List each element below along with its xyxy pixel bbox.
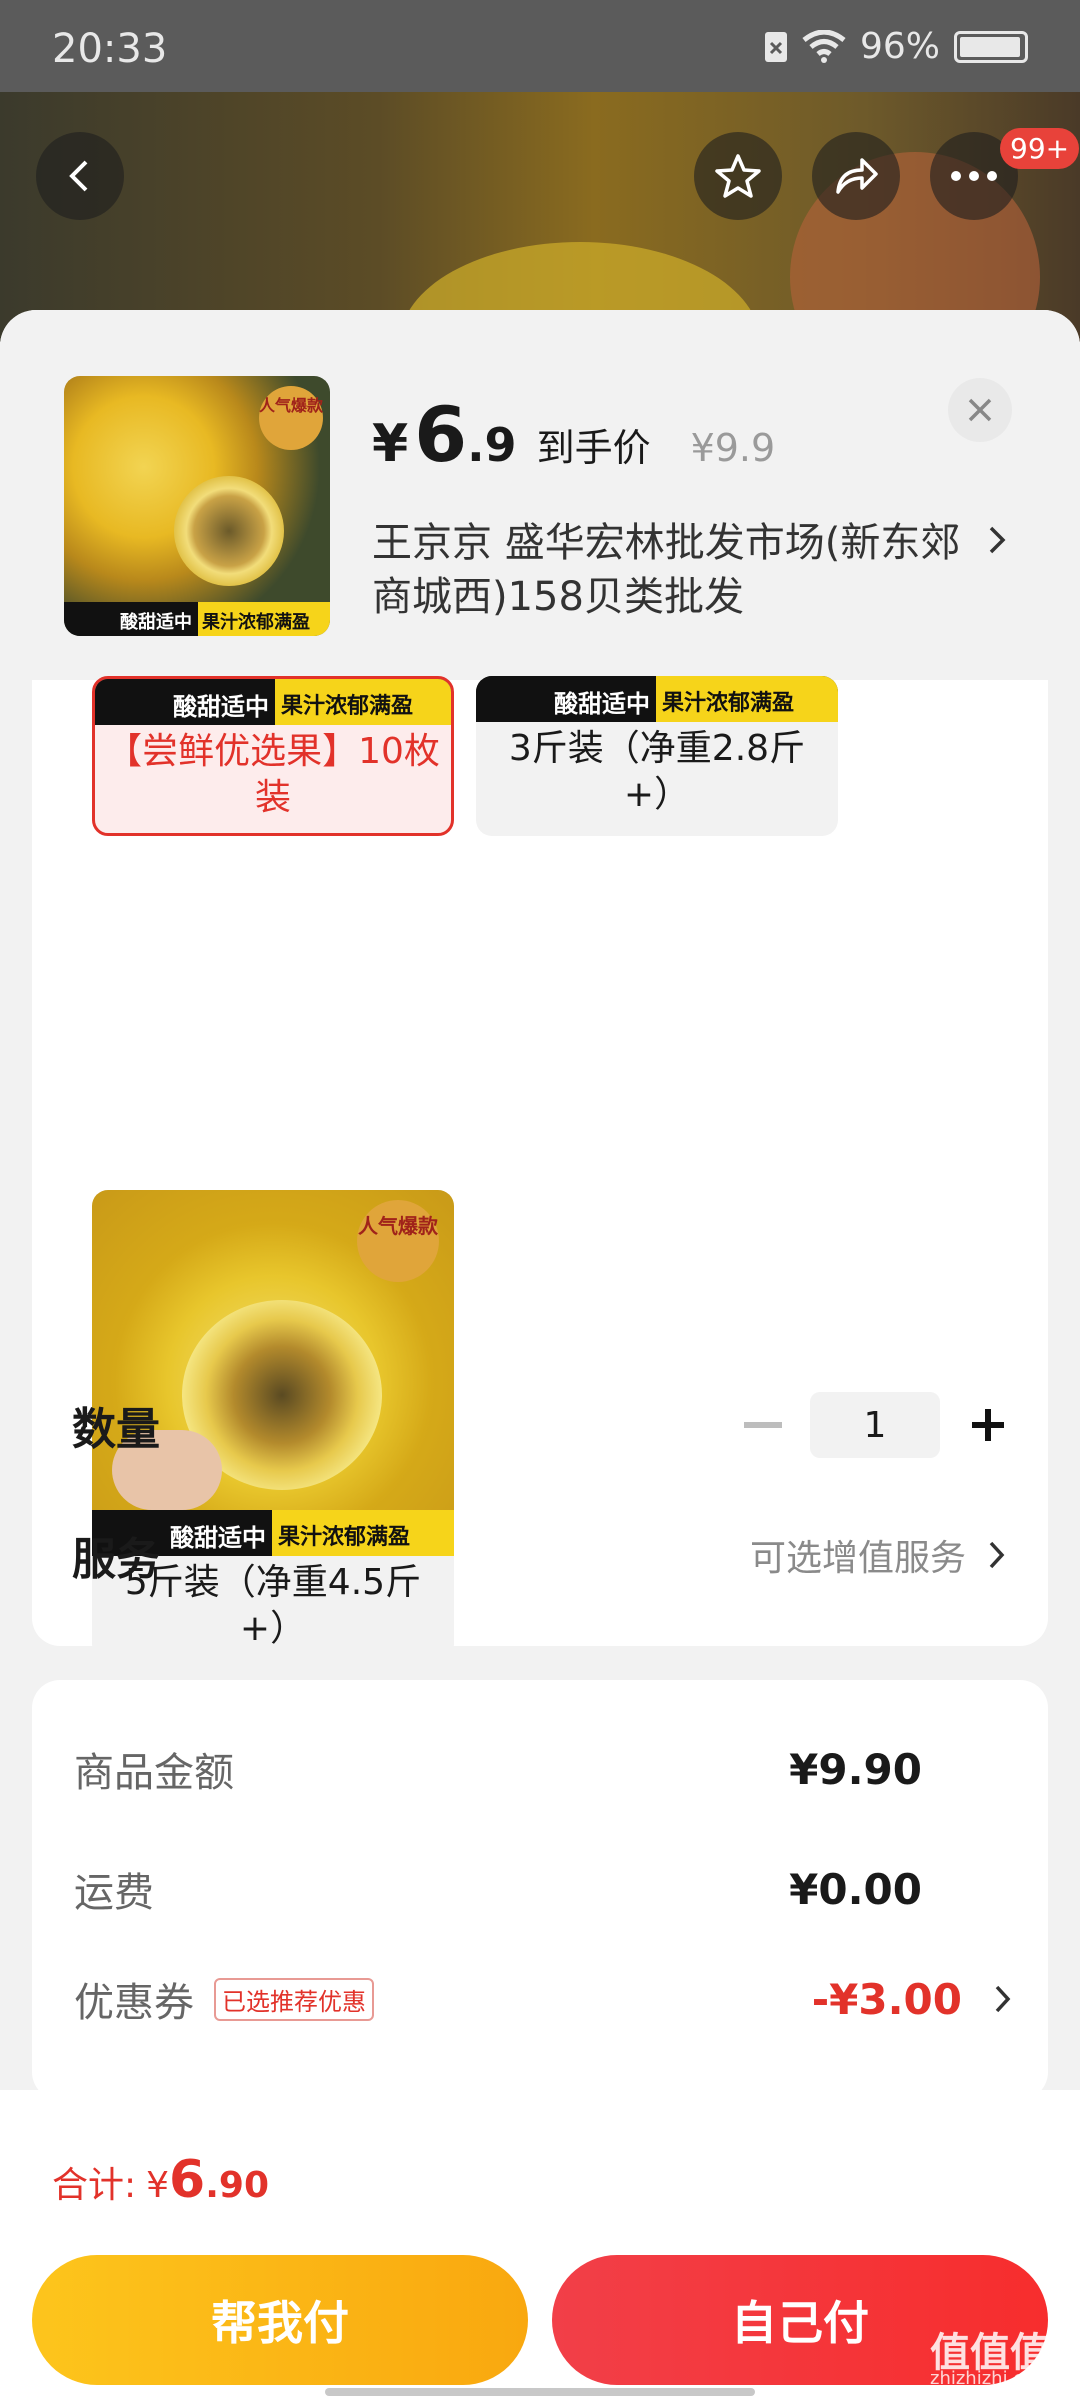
thumb-hot-tag: 人气爆款 bbox=[259, 386, 323, 450]
coupon-label: 优惠券 bbox=[74, 1980, 194, 2026]
service-row[interactable]: 服务 可选增值服务 bbox=[32, 1505, 1048, 1605]
decrease-button[interactable] bbox=[744, 1422, 782, 1428]
shipping-label: 运费 bbox=[74, 1870, 154, 1916]
goods-amount-value: ¥9.90 bbox=[789, 1744, 922, 1794]
goods-amount-label: 商品金额 bbox=[74, 1750, 234, 1796]
variant-2-strip: 酸甜适中 果汁浓郁满盈 bbox=[476, 676, 838, 722]
coupon-row[interactable]: 优惠券 已选推荐优惠 -¥3.00 bbox=[74, 1970, 1014, 2028]
shop-name-link[interactable]: 王京京 盛华宏林批发市场(新东郊商城西)158贝类批发 bbox=[372, 516, 992, 624]
price-row: ¥ 6 .9 到手价 ¥9.9 bbox=[372, 390, 775, 479]
shipping-row: 运费 ¥0.00 bbox=[74, 1860, 1014, 1918]
quantity-row: 数量 1 bbox=[32, 1375, 1048, 1475]
battery-percent: 96% bbox=[859, 26, 940, 67]
help-me-pay-button[interactable]: 帮我付 bbox=[32, 2255, 528, 2385]
product-hero-image bbox=[0, 92, 1080, 442]
quantity-input[interactable]: 1 bbox=[810, 1392, 940, 1458]
service-hint: 可选增值服务 bbox=[749, 1538, 966, 1579]
thumb-fruit-cut bbox=[174, 476, 284, 586]
home-indicator[interactable] bbox=[325, 2388, 755, 2396]
status-right: 96% bbox=[764, 26, 1028, 67]
price-label: 到手价 bbox=[536, 426, 651, 470]
total-decimal: .90 bbox=[205, 2165, 270, 2206]
chevron-right-icon bbox=[989, 1541, 1005, 1569]
chevron-right-icon bbox=[995, 1985, 1011, 2013]
total-currency: ¥ bbox=[146, 2165, 170, 2206]
minus-icon bbox=[744, 1422, 782, 1428]
product-thumbnail: 人气爆款 酸甜适中 果汁浓郁满盈 bbox=[64, 376, 330, 636]
share-icon bbox=[836, 158, 878, 194]
back-button[interactable] bbox=[36, 132, 124, 220]
shipping-value: ¥0.00 bbox=[789, 1864, 922, 1914]
variant-option-2[interactable]: 酸甜适中 果汁浓郁满盈 3斤装（净重2.8斤+） bbox=[476, 676, 838, 836]
total-integer: 6 bbox=[169, 2150, 206, 2210]
variant-3-hot-tag: 人气爆款 bbox=[357, 1200, 439, 1282]
favorite-button[interactable] bbox=[694, 132, 782, 220]
goods-amount-row: 商品金额 ¥9.90 bbox=[74, 1740, 1014, 1798]
variant-1-label: 【尝鲜优选果】10枚装 bbox=[106, 731, 440, 818]
notification-badge: 99+ bbox=[1000, 128, 1080, 169]
sheet-header: 人气爆款 酸甜适中 果汁浓郁满盈 ¥ 6 .9 到手价 ¥9.9 王京京 盛华宏… bbox=[0, 310, 1080, 680]
status-bar: 20:33 96% bbox=[0, 0, 1080, 92]
coupon-value: -¥3.00 bbox=[811, 1974, 962, 2024]
price-decimal: .9 bbox=[467, 418, 517, 472]
thumb-strip-left: 酸甜适中 bbox=[64, 602, 198, 636]
close-button[interactable] bbox=[948, 378, 1012, 442]
variant-option-1[interactable]: 酸甜适中 果汁浓郁满盈 【尝鲜优选果】10枚装 bbox=[92, 676, 454, 836]
checkout-footer: 合计: ¥ 6 .90 帮我付 自己付 bbox=[0, 2090, 1080, 2400]
coupon-tag: 已选推荐优惠 bbox=[214, 1977, 374, 2021]
battery-icon bbox=[954, 30, 1028, 63]
price-currency: ¥ bbox=[372, 414, 409, 474]
quantity-label: 数量 bbox=[72, 1404, 160, 1455]
options-card: 酸甜适中 果汁浓郁满盈 【尝鲜优选果】10枚装 酸甜适中 果汁浓郁满盈 3斤装（… bbox=[32, 676, 1048, 1660]
amount-summary-card: 商品金额 ¥9.90 运费 ¥0.00 优惠券 已选推荐优惠 -¥3.00 bbox=[32, 1680, 1048, 2100]
sim-icon bbox=[764, 31, 787, 62]
sku-sheet: 人气爆款 酸甜适中 果汁浓郁满盈 ¥ 6 .9 到手价 ¥9.9 王京京 盛华宏… bbox=[0, 310, 1080, 2400]
more-dots-icon bbox=[951, 171, 997, 181]
variant-1-strip-left: 酸甜适中 bbox=[95, 679, 275, 725]
status-time: 20:33 bbox=[52, 26, 168, 72]
service-label: 服务 bbox=[72, 1534, 160, 1585]
watermark-url: zhizhizhi.com bbox=[930, 2368, 1052, 2389]
quantity-stepper: 1 bbox=[744, 1392, 1008, 1458]
total-label: 合计: bbox=[52, 2165, 137, 2206]
thumb-strip-right: 果汁浓郁满盈 bbox=[198, 602, 330, 636]
chevron-right-icon[interactable] bbox=[985, 522, 1009, 558]
variant-2-strip-right: 果汁浓郁满盈 bbox=[656, 676, 838, 722]
variant-1-strip-right: 果汁浓郁满盈 bbox=[275, 679, 451, 725]
wifi-icon bbox=[802, 29, 846, 63]
price-integer: 6 bbox=[414, 390, 468, 479]
increase-button[interactable] bbox=[968, 1405, 1008, 1445]
total-amount: 合计: ¥ 6 .90 bbox=[52, 2150, 269, 2210]
variant-2-strip-left: 酸甜适中 bbox=[476, 676, 656, 722]
close-icon bbox=[968, 398, 992, 422]
thumb-strip: 酸甜适中 果汁浓郁满盈 bbox=[64, 602, 330, 636]
share-button[interactable] bbox=[812, 132, 900, 220]
variant-1-strip: 酸甜适中 果汁浓郁满盈 bbox=[95, 679, 451, 725]
chevron-left-icon bbox=[69, 160, 88, 192]
star-icon bbox=[715, 154, 761, 198]
variant-2-label: 3斤装（净重2.8斤+） bbox=[508, 728, 806, 815]
original-price: ¥9.9 bbox=[690, 426, 776, 470]
